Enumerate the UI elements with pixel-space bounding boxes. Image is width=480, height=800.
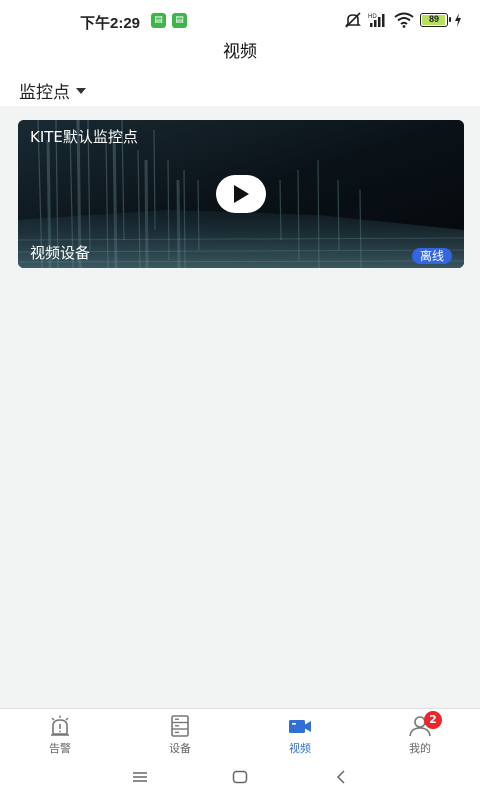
alarm-icon xyxy=(51,715,69,736)
notification-badge: 2 xyxy=(424,711,442,729)
tab-mine[interactable]: 我的 2 xyxy=(360,709,480,756)
play-button[interactable] xyxy=(216,175,266,213)
home-icon[interactable] xyxy=(232,770,248,784)
page-header: 视频 xyxy=(0,40,480,74)
video-card-title: KITE默认监控点 xyxy=(30,128,138,146)
play-icon xyxy=(234,185,249,203)
back-icon[interactable] xyxy=(335,770,347,784)
monitor-point-dropdown[interactable]: 监控点 xyxy=(19,78,86,103)
video-card[interactable]: KITE默认监控点 视频设备 离线 xyxy=(18,120,464,268)
tab-label: 告警 xyxy=(49,742,71,755)
app-notification-icon: ▤ xyxy=(172,13,187,28)
status-indicators: HD 89 xyxy=(344,11,462,29)
tab-device[interactable]: 设备 xyxy=(120,709,240,756)
tab-alarm[interactable]: 告警 xyxy=(0,709,120,756)
app-notification-icon: ▤ xyxy=(151,13,166,28)
svg-text:HD: HD xyxy=(368,14,377,20)
video-camera-icon xyxy=(289,720,311,733)
status-bar: 下午2:29 ▤ ▤ HD 89 xyxy=(0,0,480,40)
charging-icon xyxy=(455,13,461,27)
filter-bar: 监控点 xyxy=(0,74,480,106)
status-badge: 离线 xyxy=(411,248,452,264)
battery-level: 89 xyxy=(428,14,439,24)
wifi-icon xyxy=(394,12,414,28)
page-title: 视频 xyxy=(223,42,257,62)
tab-label: 视频 xyxy=(289,742,311,755)
tab-video[interactable]: 视频 xyxy=(240,709,360,756)
menu-icon[interactable] xyxy=(132,770,148,784)
dropdown-label: 监控点 xyxy=(19,83,70,103)
mute-bell-icon xyxy=(345,12,361,28)
system-navigation-bar xyxy=(0,756,480,800)
signal-icon: HD xyxy=(368,14,385,27)
device-name: 视频设备 xyxy=(30,244,91,262)
tab-label: 设备 xyxy=(169,742,191,755)
status-time: 下午2:29 xyxy=(80,15,141,32)
caret-down-icon xyxy=(76,87,86,94)
device-server-icon xyxy=(171,715,189,737)
battery-indicator: 89 xyxy=(420,13,451,27)
bottom-tab-bar: 告警 设备 视频 我的 2 xyxy=(0,708,480,756)
tab-label: 我的 xyxy=(409,742,431,755)
